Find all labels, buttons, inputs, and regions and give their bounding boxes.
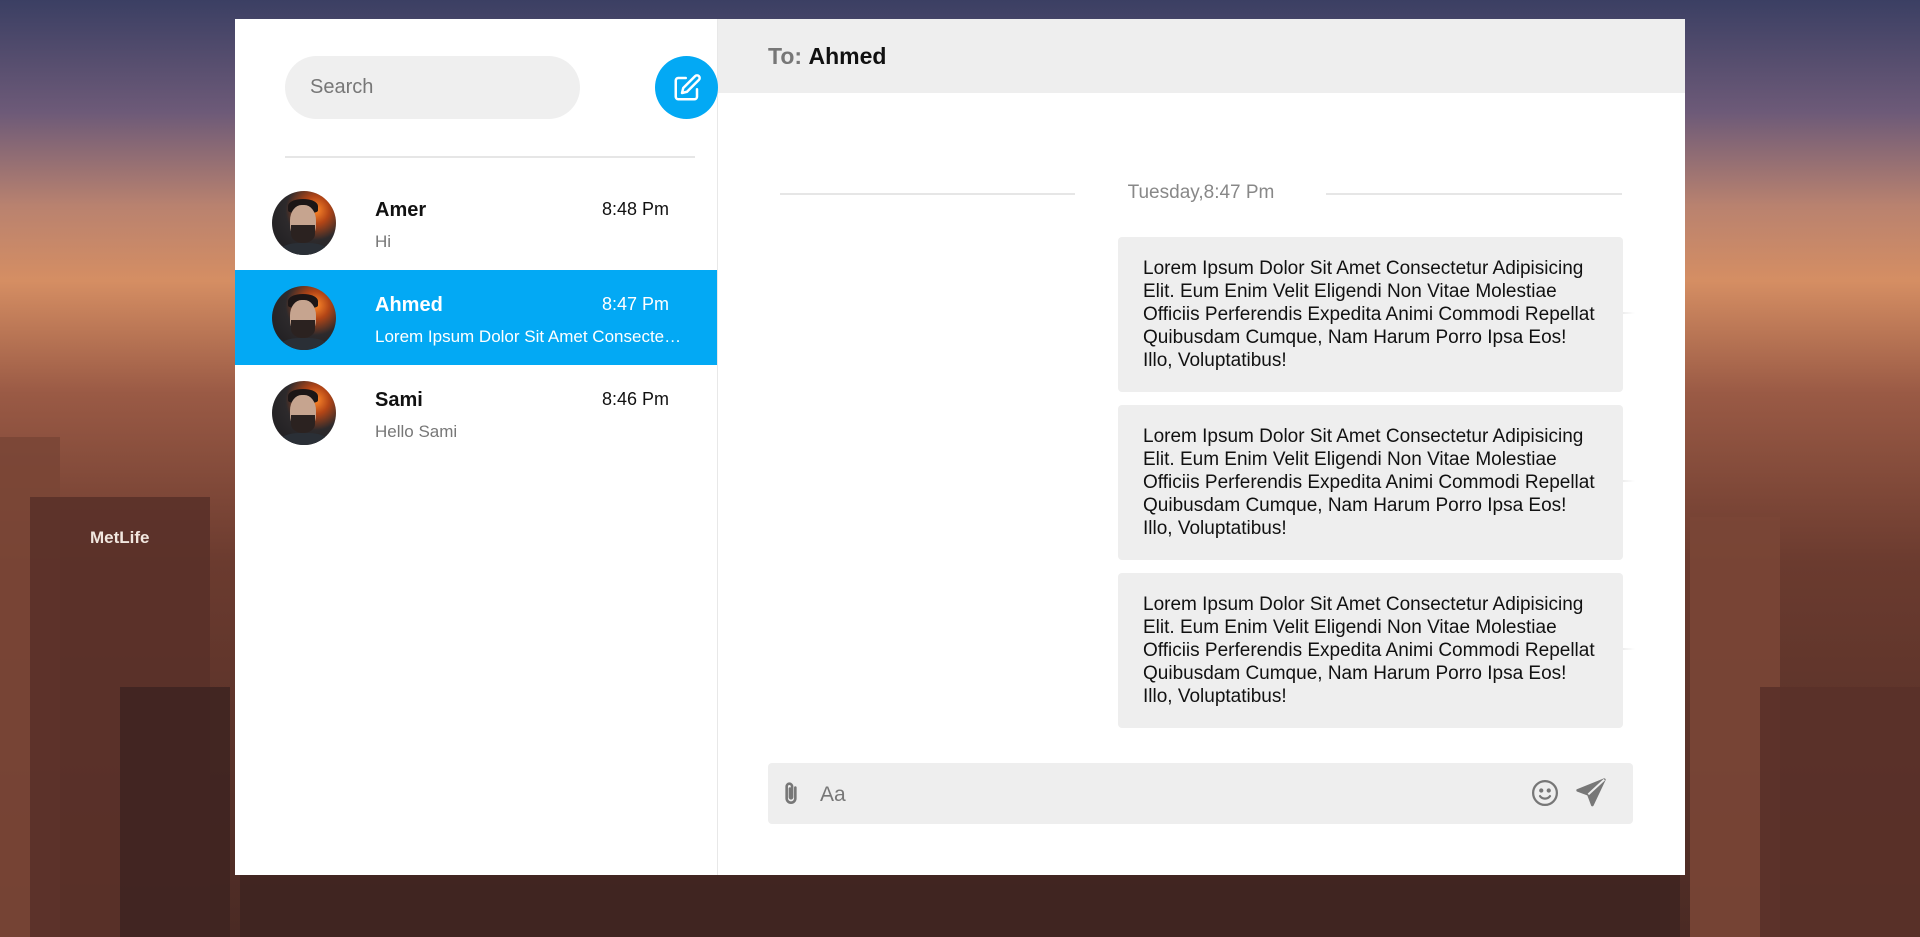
contact-name: Ahmed bbox=[375, 294, 443, 316]
divider-line bbox=[1326, 193, 1622, 195]
messenger-window: Amer 8:48 Pm Hi Ahmed 8:47 Pm Lorem Ipsu… bbox=[235, 19, 1685, 875]
contact-preview: Lorem Ipsum Dolor Sit Amet Consectetur A… bbox=[375, 327, 685, 346]
avatar bbox=[272, 381, 336, 445]
message-bubble: Lorem Ipsum Dolor Sit Amet Consectetur A… bbox=[1118, 237, 1635, 392]
message-bubble: Lorem Ipsum Dolor Sit Amet Consectetur A… bbox=[1118, 405, 1635, 560]
contact-time: 8:48 Pm bbox=[601, 199, 669, 219]
contact-time: 8:46 Pm bbox=[601, 389, 669, 409]
date-divider: Tuesday,8:47 Pm bbox=[780, 182, 1622, 206]
paperclip-icon bbox=[785, 782, 797, 804]
message-input[interactable] bbox=[818, 763, 1522, 826]
compose-button[interactable] bbox=[655, 56, 718, 119]
conversation-item-ahmed[interactable]: Ahmed 8:47 Pm Lorem Ipsum Dolor Sit Amet… bbox=[235, 270, 717, 365]
contact-name: Amer bbox=[375, 199, 427, 221]
avatar bbox=[272, 286, 336, 350]
contact-name: Sami bbox=[375, 389, 423, 411]
emoji-button[interactable] bbox=[1530, 778, 1560, 808]
search-row bbox=[285, 56, 718, 119]
message-list: Lorem Ipsum Dolor Sit Amet Consectetur A… bbox=[1118, 237, 1635, 741]
attach-button[interactable] bbox=[778, 779, 806, 809]
background-sign: MetLife bbox=[90, 528, 150, 547]
contact-preview: Hi bbox=[375, 232, 392, 251]
recipient-name: Ahmed bbox=[808, 43, 887, 69]
message-composer bbox=[768, 763, 1633, 826]
sidebar-divider bbox=[285, 156, 695, 158]
contact-preview: Hello Sami bbox=[375, 422, 458, 441]
edit-square-icon bbox=[674, 73, 701, 100]
conversation-item-sami[interactable]: Sami 8:46 Pm Hello Sami bbox=[235, 365, 717, 460]
contact-time: 8:47 Pm bbox=[601, 294, 669, 314]
send-button[interactable] bbox=[1575, 777, 1607, 809]
to-label: To: bbox=[768, 43, 803, 69]
recipient-line: To: Ahmed bbox=[768, 43, 886, 70]
conversation-item-amer[interactable]: Amer 8:48 Pm Hi bbox=[235, 175, 717, 270]
smiley-icon bbox=[1532, 780, 1558, 806]
avatar bbox=[272, 191, 336, 255]
chat-header: To: Ahmed bbox=[718, 19, 1685, 93]
search-input[interactable] bbox=[285, 56, 580, 119]
conversation-sidebar: Amer 8:48 Pm Hi Ahmed 8:47 Pm Lorem Ipsu… bbox=[235, 19, 718, 875]
message-bubble: Lorem Ipsum Dolor Sit Amet Consectetur A… bbox=[1118, 573, 1635, 728]
paper-plane-icon bbox=[1576, 778, 1606, 807]
chat-panel: To: Ahmed Tuesday,8:47 Pm Lorem Ipsum Do… bbox=[718, 19, 1685, 875]
conversation-list: Amer 8:48 Pm Hi Ahmed 8:47 Pm Lorem Ipsu… bbox=[235, 175, 717, 460]
